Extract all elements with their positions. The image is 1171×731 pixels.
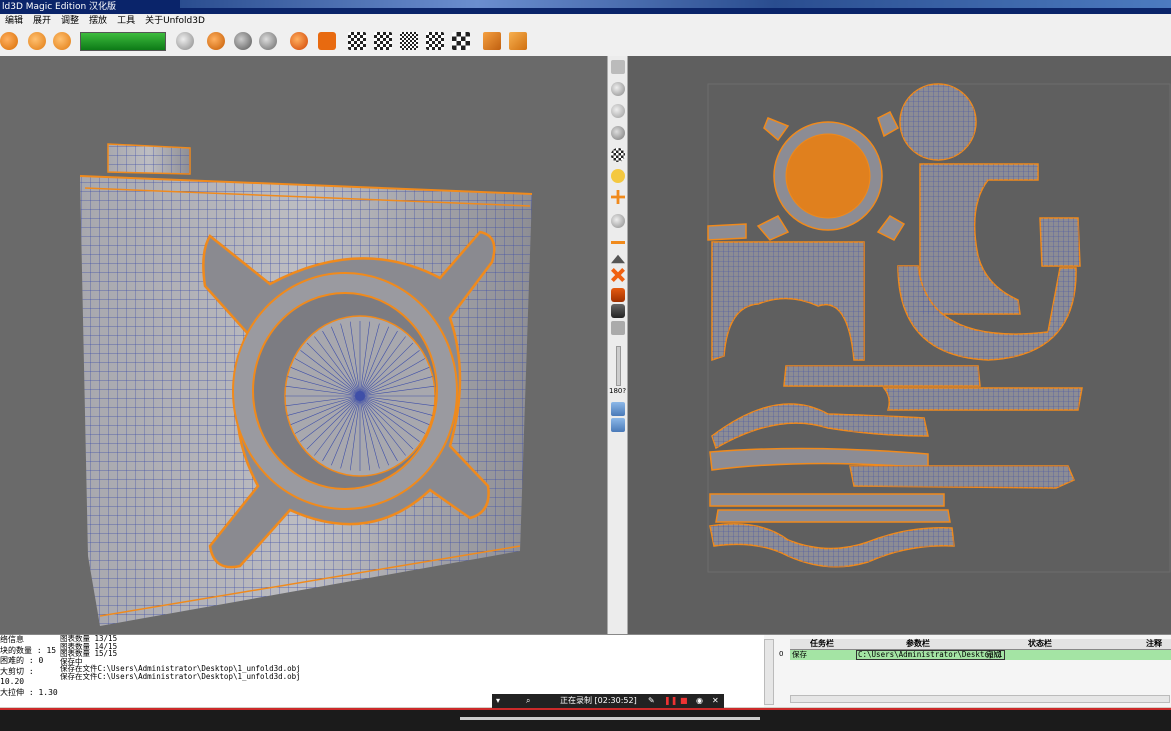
stop-record-icon[interactable]: ■ <box>680 694 688 708</box>
log-line: 图表数量 14/15 <box>60 641 118 651</box>
checker-3-icon[interactable] <box>426 32 444 50</box>
pin-icon[interactable] <box>290 32 308 50</box>
camera-icon[interactable] <box>176 32 194 50</box>
help-icon[interactable] <box>509 32 527 50</box>
checker-flag-icon[interactable] <box>348 32 366 50</box>
col-param[interactable]: 参数栏 <box>906 639 930 649</box>
seam-icon[interactable] <box>611 288 625 302</box>
menu-about[interactable]: 关于Unfold3D <box>140 14 210 28</box>
light-icon[interactable] <box>611 169 625 183</box>
menu-adjust[interactable]: 调整 <box>56 14 84 28</box>
task-row-index: 0 <box>779 650 784 658</box>
log-line: 保存在文件C:\Users\Administrator\Desktop\1_un… <box>60 671 301 681</box>
stats-line: 大剪切 : 10.20 <box>0 666 34 687</box>
camera-snap-icon[interactable]: ◉ <box>696 694 703 708</box>
menu-bar: 编辑 展开 调整 摆放 工具 关于Unfold3D <box>0 14 1171 28</box>
seam-dark-icon[interactable] <box>611 304 625 318</box>
uv-layout <box>707 83 1171 573</box>
screen-recorder-bar: ▾ ⌕ 正在录制 [02:30:52] ✎ ❚❚ ■ ◉ ✕ <box>492 694 724 708</box>
mesh-stats: 络信息 块的数量 : 15 困难的 : 0 大剪切 : 10.20 大拉伸 : … <box>0 635 58 707</box>
title-bar: ld3D Magic Edition 汉化版 <box>0 0 1171 14</box>
log-line: 图表数量 15/15 <box>60 649 118 658</box>
recording-status: 正在录制 [02:30:52] <box>560 696 637 705</box>
relax-icon[interactable] <box>259 32 277 50</box>
unfold-icon[interactable] <box>207 32 225 50</box>
camera-reset-icon[interactable] <box>611 214 625 228</box>
menu-pack[interactable]: 摆放 <box>84 14 112 28</box>
col-notes[interactable]: 注释 <box>1146 639 1162 649</box>
dropdown-icon[interactable]: ▾ <box>496 694 500 708</box>
unfold-progress-bar <box>80 32 166 51</box>
task-table-header: 任务栏 参数栏 状态栏 注释 <box>790 639 1171 650</box>
stats-line: 块的数量 : 15 <box>0 645 57 655</box>
task-cell: 保存 <box>792 650 807 659</box>
stats-line: 困难的 : 0 <box>0 656 44 665</box>
menu-edit[interactable]: 编辑 <box>0 14 28 28</box>
uv-import-icon[interactable] <box>611 418 625 432</box>
col-task[interactable]: 任务栏 <box>810 639 834 649</box>
uv-viewport[interactable] <box>628 56 1171 634</box>
tool-icon[interactable] <box>611 321 625 335</box>
weld-tool-icon[interactable] <box>28 32 46 50</box>
taskbar-indicator <box>460 717 760 720</box>
sphere-checker-icon[interactable] <box>611 148 625 162</box>
edge-icon[interactable] <box>611 241 625 244</box>
move-axis-icon[interactable] <box>611 190 625 204</box>
table-row[interactable]: 保存 C:\Users\Administrator\Desktop\1 完成 <box>790 650 1171 660</box>
pack-icon[interactable] <box>483 32 501 50</box>
menu-unfold[interactable]: 展开 <box>28 14 56 28</box>
unfold-progress-fill <box>81 33 165 50</box>
menu-tools[interactable]: 工具 <box>112 14 140 28</box>
pause-icon[interactable]: ❚❚ <box>664 694 677 708</box>
sphere-shaded-icon[interactable] <box>611 82 625 96</box>
3d-viewport[interactable] <box>0 56 607 634</box>
uv-export-icon[interactable] <box>611 402 625 416</box>
task-panel: 任务栏 参数栏 状态栏 注释 0 保存 C:\Users\Administrat… <box>764 635 1171 707</box>
optimize-icon[interactable] <box>234 32 252 50</box>
arrow-right-icon[interactable] <box>611 60 625 74</box>
delete-icon[interactable] <box>611 268 625 282</box>
window-title: ld3D Magic Edition 汉化版 <box>2 2 117 12</box>
zoom-slider[interactable] <box>616 346 621 386</box>
flask-model <box>79 143 533 626</box>
search-icon[interactable]: ⌕ <box>526 694 530 708</box>
stats-line: 大拉伸 : 1.30 <box>0 687 58 697</box>
close-icon[interactable]: ✕ <box>712 694 719 708</box>
stop-icon[interactable] <box>318 32 336 50</box>
checker-2-icon[interactable] <box>400 32 418 50</box>
log-line: 图表数量 13/15 <box>60 634 118 643</box>
status-cell: 完成 <box>986 650 1001 659</box>
view-toolbar: 180? <box>607 56 628 634</box>
os-taskbar <box>0 708 1171 731</box>
task-vertical-scrollbar[interactable] <box>764 639 774 705</box>
cut-tool-icon[interactable] <box>0 32 18 50</box>
task-horizontal-scrollbar[interactable] <box>790 695 1170 703</box>
param-cell: C:\Users\Administrator\Desktop\1 <box>856 650 1005 660</box>
stats-line: 络信息 <box>0 635 24 644</box>
col-status[interactable]: 状态栏 <box>1028 639 1052 649</box>
triangle-icon[interactable] <box>611 254 625 264</box>
title-bar-background <box>180 0 1171 8</box>
main-toolbar <box>0 28 1171 57</box>
taskbar-accent <box>0 708 1171 710</box>
checker-4-icon[interactable] <box>452 32 470 50</box>
sphere-mesh-icon[interactable] <box>611 126 625 140</box>
select-edge-icon[interactable] <box>53 32 71 50</box>
zoom-label: 180? <box>609 387 627 395</box>
checker-1-icon[interactable] <box>374 32 392 50</box>
pen-icon[interactable]: ✎ <box>648 694 655 708</box>
sphere-wire-icon[interactable] <box>611 104 625 118</box>
